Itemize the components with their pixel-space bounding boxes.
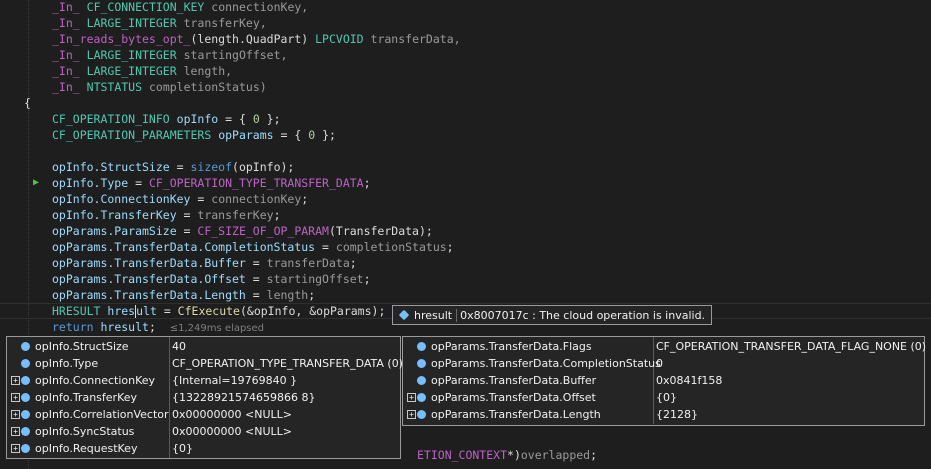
code-line: opParams.TransferData.Length = length; (52, 288, 316, 302)
expand-icon[interactable]: + (11, 393, 20, 402)
property-value[interactable]: 0x0841f158 (656, 372, 722, 389)
property-name: opParams.TransferData.Flags (431, 340, 592, 353)
property-name: opInfo.CorrelationVector (35, 408, 169, 421)
code-line: CF_OPERATION_PARAMETERS opParams = { 0 }… (52, 128, 336, 142)
datatip-row[interactable]: + opInfo.TransferKey {13228921574659866 8} (7, 389, 400, 406)
datatip-row[interactable]: + opInfo.CorrelationVector 0x00000000 <NUL… (7, 406, 400, 423)
property-value[interactable]: 0x00000000 <NULL> (172, 423, 292, 440)
property-name: opParams.TransferData.Buffer (431, 374, 597, 387)
datatip-row[interactable]: + opInfo.ConnectionKey {Internal=19769840 … (7, 372, 400, 389)
datatip-row[interactable]: opParams.TransferData.CompletionStatus 0 (403, 355, 924, 372)
datatip-name: hresult (414, 308, 458, 322)
property-value[interactable]: {0} (656, 389, 677, 406)
property-icon (417, 410, 426, 419)
property-name: opInfo.TransferKey (35, 391, 138, 404)
code-line: opParams.ParamSize = CF_SIZE_OF_OP_PARAM… (52, 224, 433, 238)
property-name: opInfo.SyncStatus (35, 425, 135, 438)
property-icon (21, 393, 30, 402)
code-line: opParams.TransferData.CompletionStatus =… (52, 240, 454, 254)
variable-icon (398, 309, 410, 321)
expand-icon[interactable]: + (407, 410, 416, 419)
code-line: _In_ NTSTATUS completionStatus) (52, 80, 267, 94)
datatip-row[interactable]: opInfo.Type CF_OPERATION_TYPE_TRANSFER_DA… (7, 355, 403, 372)
property-icon (21, 376, 30, 385)
property-icon (417, 393, 426, 402)
property-icon (417, 359, 426, 368)
code-line: opInfo.Type = CF_OPERATION_TYPE_TRANSFER… (52, 176, 371, 190)
property-icon (21, 342, 30, 351)
datatip-row[interactable]: + opInfo.RequestKey {0} (7, 440, 400, 457)
expand-icon[interactable]: + (11, 376, 20, 385)
property-icon (21, 410, 30, 419)
code-line: ETION_CONTEXT*)overlapped; (417, 448, 598, 462)
property-name: opParams.TransferData.Offset (431, 391, 596, 404)
property-value[interactable]: {0} (172, 440, 193, 457)
datatip-panel-opparams[interactable]: opParams.TransferData.Flags CF_OPERATION_… (402, 336, 926, 426)
code-line-current: HRESULT hresult = CfExecute(&opInfo, &op… (52, 304, 386, 318)
code-line: return hresult; ≤1,249ms elapsed (52, 320, 265, 334)
property-name: opParams.TransferData.Length (431, 408, 601, 421)
property-name: opInfo.Type (35, 357, 99, 370)
datatip-row[interactable]: + opInfo.SyncStatus 0x00000000 <NULL> (7, 423, 400, 440)
code-line: opInfo.ConnectionKey = connectionKey; (52, 192, 309, 206)
property-value[interactable]: {Internal=19769840 } (172, 372, 297, 389)
expand-icon[interactable]: + (11, 427, 20, 436)
datatip-row[interactable]: + opParams.TransferData.Offset {0} (403, 389, 924, 406)
property-icon (21, 427, 30, 436)
datatip-row[interactable]: opParams.TransferData.Buffer 0x0841f158 (403, 372, 924, 389)
perf-tip[interactable]: ≤1,249ms elapsed (170, 323, 264, 334)
property-icon (417, 376, 426, 385)
code-line: _In_ LARGE_INTEGER startingOffset, (52, 48, 288, 62)
property-name: opInfo.StructSize (35, 340, 129, 353)
datatip-value[interactable]: 0x8007017c : The cloud operation is inva… (457, 309, 711, 322)
property-name: opInfo.ConnectionKey (35, 374, 156, 387)
code-line: _In_ LARGE_INTEGER transferKey, (52, 16, 267, 30)
expand-icon[interactable]: + (11, 410, 20, 419)
code-line: _In_ CF_CONNECTION_KEY connectionKey, (52, 0, 309, 14)
execution-arrow-icon[interactable]: ▶ (33, 177, 39, 188)
expand-icon[interactable]: + (11, 444, 20, 453)
property-value[interactable]: 0x00000000 <NULL> (172, 406, 292, 423)
code-line: { (24, 96, 31, 110)
code-line: opInfo.TransferKey = transferKey; (52, 208, 281, 222)
datatip-hresult[interactable]: hresult 0x8007017c : The cloud operation… (392, 305, 713, 325)
expand-icon[interactable]: + (407, 393, 416, 402)
code-line: _In_ LARGE_INTEGER length, (52, 64, 233, 78)
property-value[interactable]: CF_OPERATION_TRANSFER_DATA_FLAG_NONE (0) (656, 338, 926, 355)
datatip-row[interactable]: opParams.TransferData.Flags CF_OPERATION_… (403, 338, 926, 355)
hresult-variable[interactable]: hresult (107, 304, 157, 318)
property-name: opInfo.RequestKey (35, 442, 138, 455)
datatip-row[interactable]: opInfo.StructSize 40 (7, 338, 400, 355)
property-value[interactable]: 40 (172, 338, 186, 355)
code-line: opInfo.StructSize = sizeof(opInfo); (52, 160, 295, 174)
property-value[interactable]: {2128} (656, 406, 698, 423)
property-value[interactable]: 0 (656, 355, 663, 372)
code-line: opParams.TransferData.Offset = startingO… (52, 272, 371, 286)
datatip-row[interactable]: + opParams.TransferData.Length {2128} (403, 406, 924, 423)
property-value[interactable]: {13228921574659866 8} (172, 389, 315, 406)
code-line: CF_OPERATION_INFO opInfo = { 0 }; (52, 112, 281, 126)
property-value[interactable]: CF_OPERATION_TYPE_TRANSFER_DATA (0) (172, 355, 403, 372)
code-line: opParams.TransferData.Buffer = transferD… (52, 256, 357, 270)
code-line: _In_reads_bytes_opt_(length.QuadPart) LP… (52, 32, 461, 46)
property-icon (21, 444, 30, 453)
property-icon (417, 342, 426, 351)
datatip-panel-opinfo[interactable]: opInfo.StructSize 40 opInfo.Type CF_OPERATI… (6, 336, 403, 459)
property-icon (21, 359, 30, 368)
property-name: opParams.TransferData.CompletionStatus (431, 357, 661, 370)
